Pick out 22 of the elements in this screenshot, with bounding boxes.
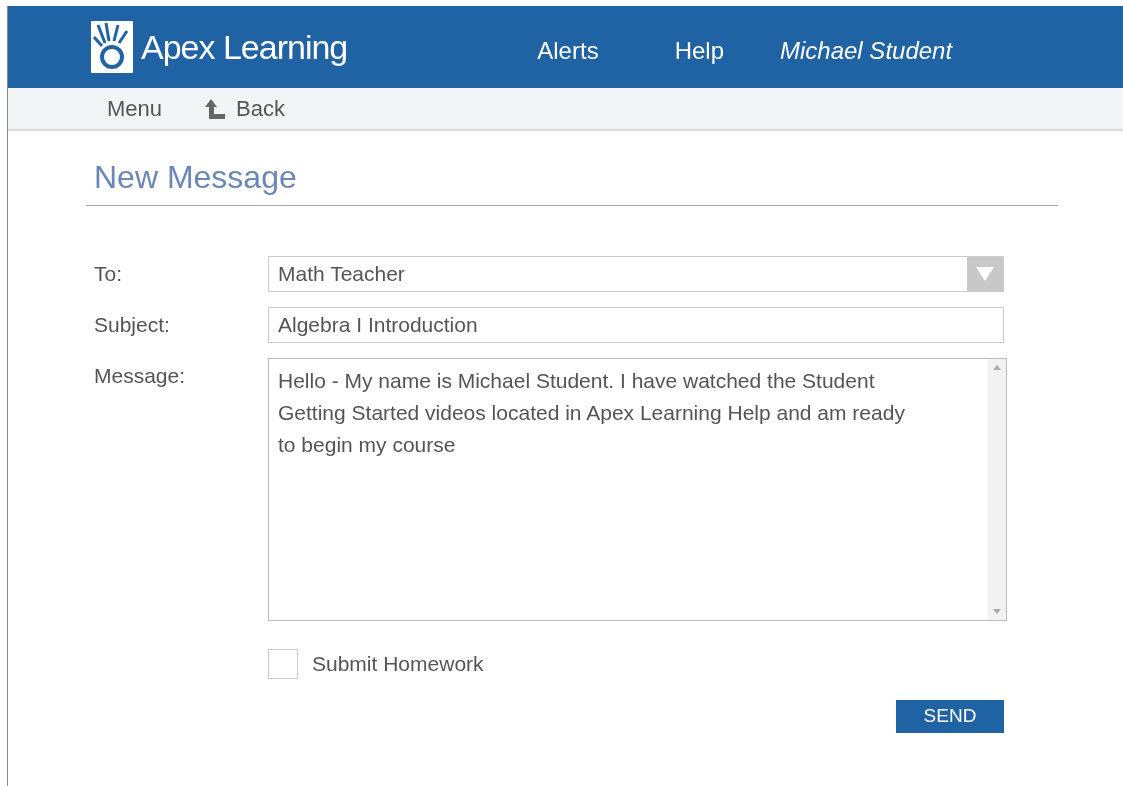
nav-link[interactable]: Help bbox=[674, 33, 724, 69]
homework-checkbox[interactable] bbox=[268, 648, 298, 679]
subject-field[interactable]: Algebra I Introduction bbox=[268, 307, 1004, 343]
scrollbar[interactable] bbox=[988, 359, 1006, 620]
recipient-select[interactable]: Math Teacher bbox=[268, 256, 1004, 292]
checkbox-label: Submit Homework bbox=[312, 651, 484, 677]
back-arrow-icon bbox=[204, 97, 227, 120]
field-label: To: bbox=[94, 261, 123, 288]
field-label: Subject: bbox=[94, 312, 171, 339]
send-button[interactable]: SEND bbox=[896, 699, 1004, 733]
scroll-up-icon[interactable] bbox=[993, 365, 1001, 370]
nav-link[interactable]: Alerts bbox=[537, 33, 599, 69]
logo-icon bbox=[91, 21, 133, 73]
field-label: Message: bbox=[94, 363, 187, 389]
dropdown-caret-icon bbox=[967, 257, 1003, 291]
back-link[interactable]: Back bbox=[204, 92, 285, 125]
user-name-link[interactable]: Michael Student bbox=[780, 33, 953, 69]
menu-link[interactable]: Menu bbox=[107, 92, 163, 125]
page-title: New Message bbox=[94, 158, 298, 197]
scroll-down-icon[interactable] bbox=[993, 609, 1001, 614]
message-field[interactable]: Hello - My name is Michael Student. I have watched the Student Getting Started videos located in Apex Learning Help and am ready to begin my course bbox=[268, 358, 1007, 621]
brand-name: Apex Learning bbox=[141, 30, 348, 64]
